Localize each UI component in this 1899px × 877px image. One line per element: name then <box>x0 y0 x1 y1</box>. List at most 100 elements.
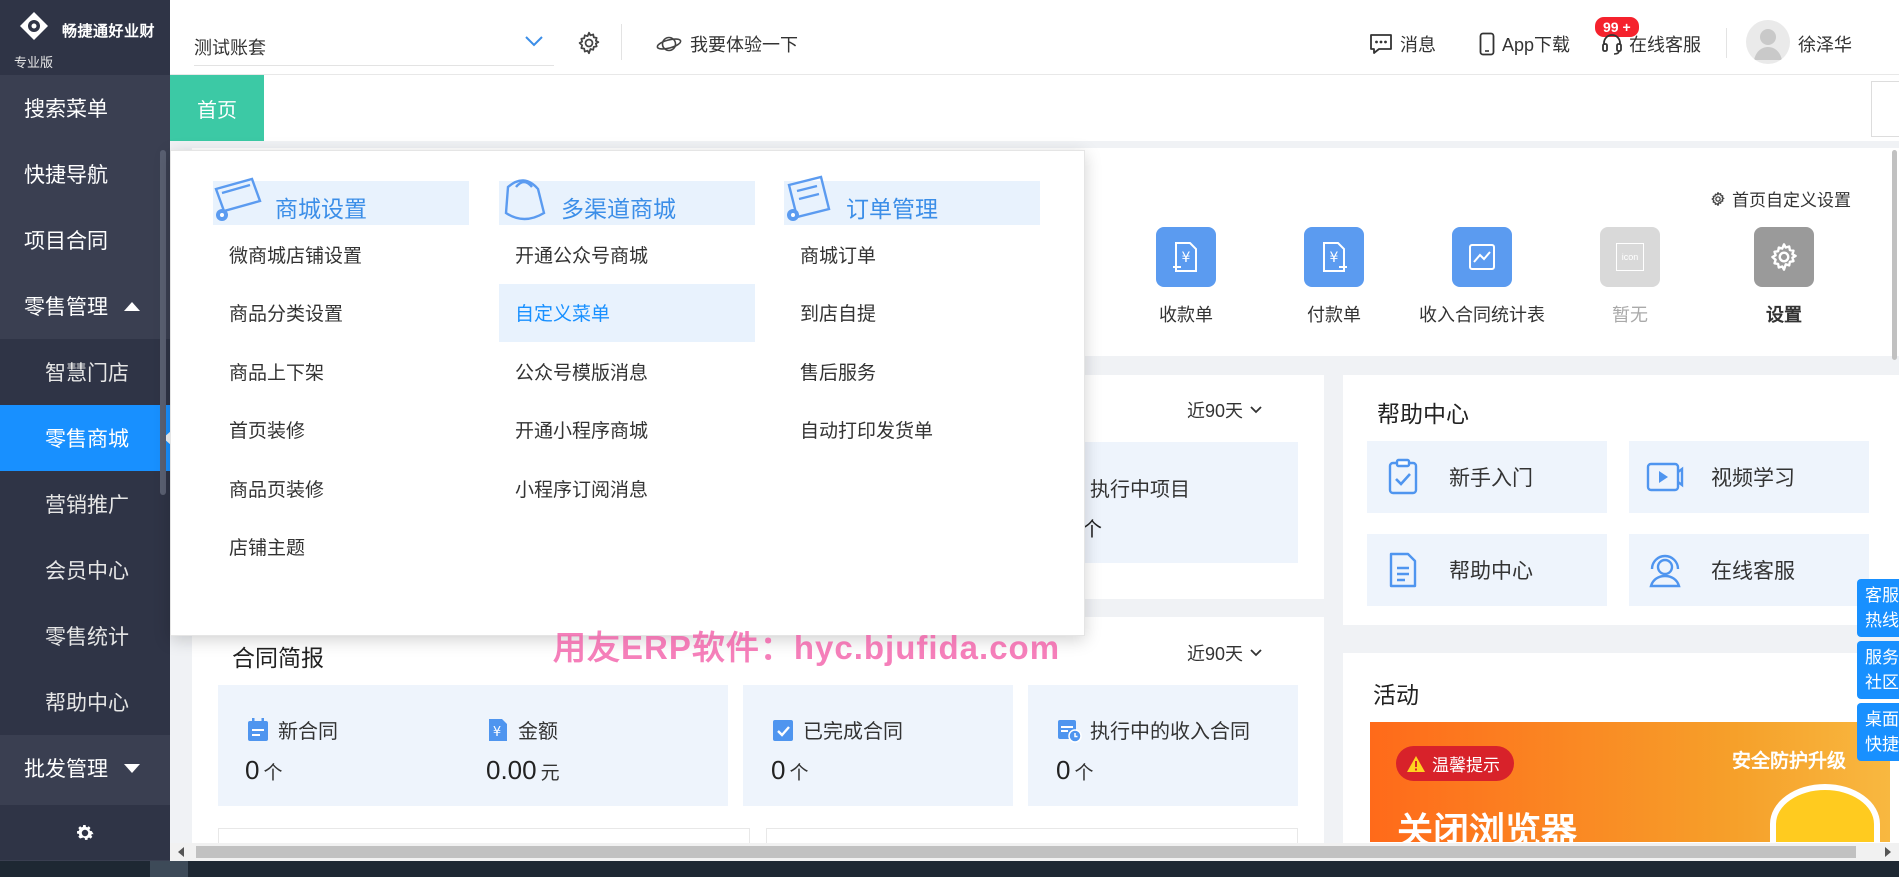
quick-nav-label: 收款单 <box>1159 305 1213 325</box>
planet-icon <box>656 36 682 52</box>
help-card-help-center[interactable]: 帮助中心 <box>1367 534 1607 606</box>
contract-period-select[interactable]: 近90天 <box>1187 640 1263 666</box>
side-tab-desktop[interactable]: 桌面快捷 <box>1857 703 1899 761</box>
stat-executing-income-contract-value: 0个 <box>1056 755 1093 786</box>
dropdown-item[interactable]: 公众号模版消息 <box>499 342 755 401</box>
account-select[interactable]: 测试账套 <box>194 26 554 66</box>
sidebar-item-label: 营销推广 <box>45 494 129 517</box>
scroll-left-arrow-icon[interactable] <box>178 847 184 857</box>
fullscreen-toggle[interactable] <box>1871 81 1899 137</box>
help-card-label: 视频学习 <box>1711 467 1795 490</box>
tab-home[interactable]: 首页 <box>170 75 264 141</box>
sidebar-item-quick-nav[interactable]: 快捷导航 <box>0 141 170 207</box>
activity-title: 活动 <box>1373 682 1419 708</box>
app-download-button[interactable]: App下载 <box>1478 31 1570 57</box>
shop-bag-icon <box>214 177 262 221</box>
online-service-button[interactable]: 在线客服 <box>1601 31 1701 57</box>
page-horizontal-scrollbar[interactable] <box>170 843 1899 861</box>
stat-amount: ¥ 金额 <box>486 715 558 744</box>
dropdown-item[interactable]: 店铺主题 <box>213 518 469 577</box>
dropdown-item[interactable]: 商品分类设置 <box>213 284 469 343</box>
stat-value-unit: 个 <box>263 763 283 784</box>
dropdown-item[interactable]: 商品上下架 <box>213 342 469 401</box>
quick-nav-label: 收入合同统计表 <box>1419 305 1545 325</box>
home-custom-setting-button[interactable]: 首页自定义设置 <box>1710 186 1851 211</box>
sidebar-item-marketing[interactable]: 营销推广 <box>0 471 170 537</box>
quick-nav-payment[interactable]: ¥ 付款单 <box>1269 227 1399 327</box>
stat-amount-value: 0.00 元 <box>486 755 560 786</box>
user-avatar-icon <box>1754 29 1782 60</box>
svg-text:¥: ¥ <box>1330 250 1339 266</box>
sidebar-item-label: 智慧门店 <box>45 362 129 385</box>
activity-banner[interactable]: 温馨提示 安全防护升级 关闭浏览器 <box>1370 722 1890 842</box>
check-calendar-icon <box>773 719 793 741</box>
payment-icon: ¥ <box>1304 227 1364 287</box>
shield-icon <box>1770 784 1880 842</box>
side-tab-hotline[interactable]: 客服热线 <box>1857 579 1899 637</box>
sidebar-scrollbar[interactable] <box>160 150 166 495</box>
stat-label-text: 新合同 <box>278 721 338 743</box>
dropdown-item-highlighted[interactable]: 自定义菜单 <box>499 283 755 342</box>
dropdown-item[interactable]: 小程序订阅消息 <box>499 459 755 518</box>
sidebar-item-search-menu[interactable]: 搜索菜单 <box>0 75 170 141</box>
dropdown-column-header: 订单管理 <box>784 175 1040 225</box>
taskbar-item[interactable] <box>150 861 188 877</box>
avatar[interactable] <box>1746 20 1790 64</box>
help-card-beginner[interactable]: 新手入门 <box>1367 441 1607 513</box>
sidebar-item-smart-store[interactable]: 智慧门店 <box>0 339 170 405</box>
scroll-right-arrow-icon[interactable] <box>1885 847 1891 857</box>
gear-icon <box>1711 191 1725 206</box>
help-card-video[interactable]: 视频学习 <box>1629 441 1869 513</box>
sidebar: 畅捷通好业财 专业版 搜索菜单 快捷导航 项目合同 零售管理 智慧门店 零售商城… <box>0 0 171 877</box>
online-service-label: 在线客服 <box>1629 35 1701 55</box>
quick-nav-contract-report[interactable]: 收入合同统计表 <box>1417 227 1547 327</box>
contract-stat-box-new <box>218 685 728 806</box>
dropdown-item[interactable]: 自动打印发货单 <box>784 401 1040 460</box>
sidebar-item-member-center[interactable]: 会员中心 <box>0 537 170 603</box>
warning-icon <box>1407 755 1425 772</box>
retail-submenu: 智慧门店 零售商城 营销推广 会员中心 零售统计 帮助中心 <box>0 339 171 735</box>
page-vertical-scrollbar[interactable] <box>1892 150 1897 360</box>
help-card-online-service[interactable]: 在线客服 <box>1629 534 1869 606</box>
calendar-icon <box>248 717 268 741</box>
dropdown-item[interactable]: 开通小程序商城 <box>499 401 755 460</box>
sidebar-item-retail-stats[interactable]: 零售统计 <box>0 603 170 669</box>
dropdown-item[interactable]: 首页装修 <box>213 401 469 460</box>
dropdown-item[interactable]: 商城订单 <box>784 225 1040 284</box>
stat-new-contract-value: 0个 <box>245 755 282 786</box>
sidebar-item-help-center[interactable]: 帮助中心 <box>0 669 170 735</box>
stat-label-text: 已完成合同 <box>803 721 903 743</box>
dropdown-item[interactable]: 微商城店铺设置 <box>213 225 469 284</box>
side-tab-community[interactable]: 服务社区 <box>1857 641 1899 699</box>
user-name[interactable]: 徐泽华 <box>1798 31 1852 57</box>
sidebar-settings-button[interactable] <box>0 805 170 860</box>
tab-bar: 首页 <box>170 75 1899 141</box>
sidebar-item-retail-mall[interactable]: 零售商城 <box>0 405 171 471</box>
stat-value-number: 0.00 <box>486 755 537 785</box>
dropdown-item[interactable]: 商品页装修 <box>213 459 469 518</box>
chevron-down-icon <box>525 36 543 47</box>
stat-value-unit: 元 <box>540 763 560 784</box>
dropdown-item[interactable]: 售后服务 <box>784 342 1040 401</box>
help-card-label: 在线客服 <box>1711 560 1795 583</box>
executing-project-unit: 个 <box>1082 519 1102 541</box>
message-bubble-icon <box>1370 34 1392 54</box>
quick-nav-settings[interactable]: 设置 <box>1719 227 1849 327</box>
sidebar-item-wholesale[interactable]: 批发管理 <box>0 735 170 801</box>
account-settings-gear-icon[interactable] <box>576 30 602 56</box>
stat-value-unit: 个 <box>789 763 809 784</box>
project-period-select[interactable]: 近90天 <box>1187 397 1263 423</box>
dropdown-column-header: 多渠道商城 <box>499 179 755 225</box>
scroll-thumb[interactable] <box>196 846 1856 858</box>
quick-nav-receipt[interactable]: ¥ 收款单 <box>1121 227 1251 327</box>
dropdown-item[interactable]: 开通公众号商城 <box>499 225 755 284</box>
dropdown-item[interactable]: 到店自提 <box>784 284 1040 343</box>
try-experience-button[interactable]: 我要体验一下 <box>656 31 798 57</box>
sidebar-item-retail-management[interactable]: 零售管理 <box>0 273 170 339</box>
sidebar-item-project-contract[interactable]: 项目合同 <box>0 207 170 273</box>
stat-label-text: 金额 <box>518 721 558 743</box>
calendar-clock-icon <box>1058 719 1082 743</box>
messages-button[interactable]: 消息 <box>1368 31 1436 57</box>
sidebar-item-label: 会员中心 <box>45 560 129 583</box>
banner-right-text: 安全防护升级 <box>1732 751 1847 772</box>
